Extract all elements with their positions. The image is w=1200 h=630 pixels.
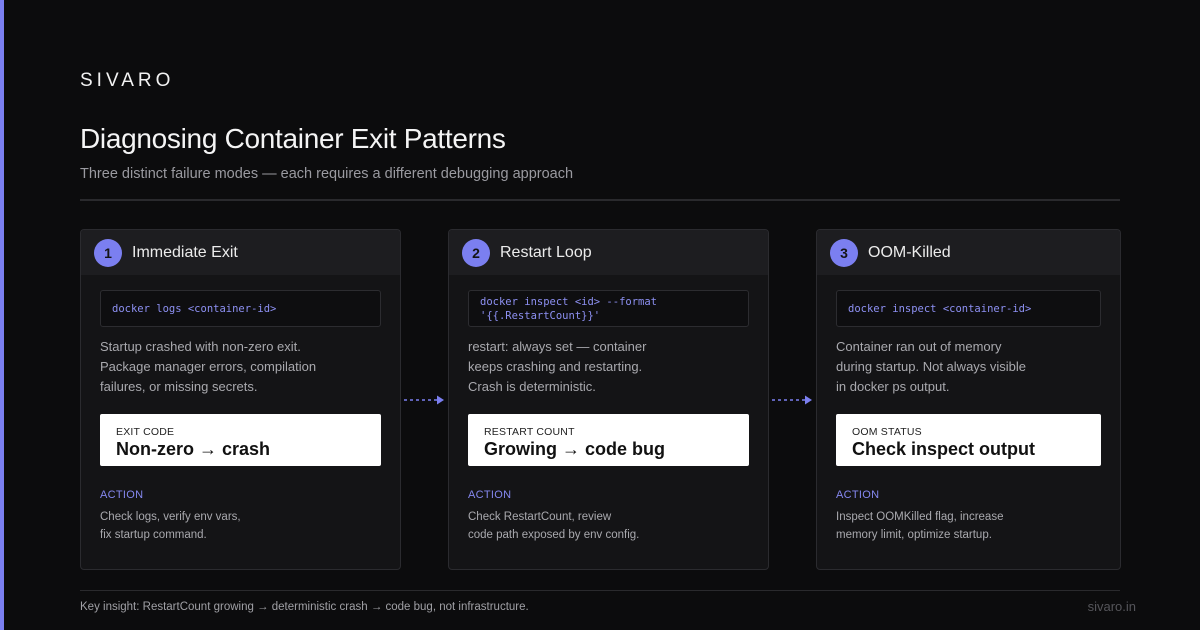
action-text: Inspect OOMKilled flag, increase memory …: [836, 508, 1096, 544]
metric-value: Growing → code bug: [484, 439, 665, 459]
action-label: ACTION: [100, 489, 144, 501]
action-line: Inspect OOMKilled flag, increase: [836, 511, 1004, 523]
action-line: code path exposed by env config.: [468, 529, 640, 541]
description-line: in docker ps output.: [836, 379, 950, 394]
code-line: docker inspect <id> --format: [480, 295, 658, 308]
metric-box: OOM STATUS Check inspect output: [836, 414, 1101, 466]
metric-value: Non-zero → crash: [116, 439, 271, 459]
code-snippet: docker inspect <container-id>: [836, 290, 1101, 327]
metric-box: RESTART COUNT Growing → code bug: [468, 414, 749, 466]
metric-label: EXIT CODE: [116, 426, 175, 438]
description-line: restart: always set — container: [468, 339, 647, 354]
step-number-badge: 3: [830, 238, 858, 267]
metric-value: Check inspect output: [852, 439, 1036, 459]
card-immediate-exit: 1 Immediate Exit docker logs <container-…: [80, 229, 401, 570]
card-restart-loop: 2 Restart Loop docker inspect <id> --for…: [448, 229, 769, 570]
action-line: memory limit, optimize startup.: [836, 529, 992, 541]
description-line: Startup crashed with non-zero exit.: [100, 339, 301, 354]
header-divider: [80, 199, 1120, 201]
action-text: Check logs, verify env vars, fix startup…: [100, 508, 360, 544]
card-header: 2 Restart Loop: [449, 230, 768, 275]
step-number-badge: 2: [462, 238, 490, 267]
page-title: Diagnosing Container Exit Patterns: [80, 123, 506, 154]
footer-url: sivaro.in: [1087, 599, 1136, 614]
flow-arrow-icon: [772, 395, 812, 405]
card-oom-killed: 3 OOM-Killed docker inspect <container-i…: [816, 229, 1121, 570]
action-label: ACTION: [468, 489, 512, 501]
code-snippet: docker inspect <id> --format '{{.Restart…: [468, 290, 749, 327]
description-line: Container ran out of memory: [836, 339, 1002, 354]
action-line: Check RestartCount, review: [468, 511, 612, 523]
metric-box: EXIT CODE Non-zero → crash: [100, 414, 381, 466]
card-title: Restart Loop: [500, 243, 592, 261]
footer-divider: [80, 590, 1120, 591]
action-text: Check RestartCount, review code path exp…: [468, 508, 728, 544]
code-line: '{{.RestartCount}}': [480, 309, 601, 322]
accent-bar: [0, 0, 4, 630]
code-line: docker logs <container-id>: [112, 302, 277, 315]
flow-arrow-icon: [404, 395, 444, 405]
brand-logo: SIVARO: [80, 70, 175, 91]
description-line: failures, or missing secrets.: [100, 379, 258, 394]
description-line: during startup. Not always visible: [836, 359, 1027, 374]
action-line: fix startup command.: [100, 529, 207, 541]
footer-insight: Key insight: RestartCount growing → dete…: [80, 601, 529, 613]
description-line: Package manager errors, compilation: [100, 359, 317, 374]
description-line: Crash is deterministic.: [468, 379, 596, 394]
metric-label: OOM STATUS: [852, 426, 922, 438]
action-line: Check logs, verify env vars,: [100, 511, 241, 523]
code-line: docker inspect <container-id>: [848, 302, 1032, 315]
card-title: OOM-Killed: [868, 243, 951, 261]
card-description: Container ran out of memory during start…: [836, 337, 1096, 397]
code-snippet: docker logs <container-id>: [100, 290, 381, 327]
card-description: restart: always set — container keeps cr…: [468, 337, 728, 397]
card-title: Immediate Exit: [132, 243, 238, 261]
action-label: ACTION: [836, 489, 880, 501]
step-number-badge: 1: [94, 238, 122, 267]
card-header: 3 OOM-Killed: [817, 230, 1120, 275]
card-header: 1 Immediate Exit: [81, 230, 400, 275]
metric-label: RESTART COUNT: [484, 426, 575, 438]
description-line: keeps crashing and restarting.: [468, 359, 643, 374]
card-description: Startup crashed with non-zero exit. Pack…: [100, 337, 360, 397]
page-subtitle: Three distinct failure modes — each requ…: [80, 166, 574, 182]
